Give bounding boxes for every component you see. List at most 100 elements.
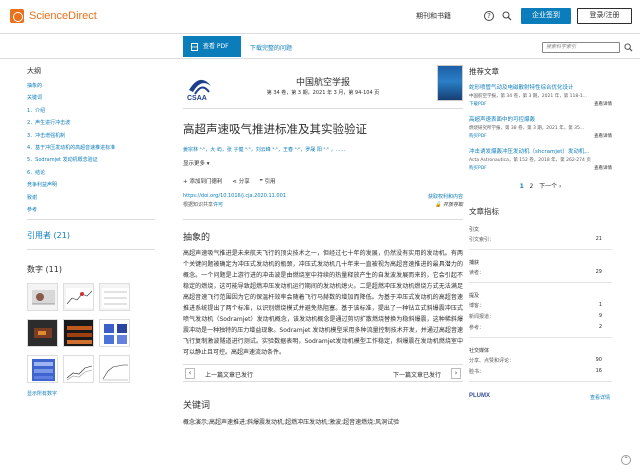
- view-details-link[interactable]: 查看详情: [594, 165, 612, 171]
- journal-cover-image[interactable]: [437, 65, 463, 101]
- journals-books-link[interactable]: 期刊和书籍: [416, 11, 451, 21]
- view-pdf-label: 查看 PDF: [203, 43, 229, 50]
- figure-thumbnail[interactable]: [99, 282, 130, 311]
- share-button[interactable]: ⋖ 分享: [232, 177, 249, 185]
- outline-item[interactable]: 关键词: [27, 94, 155, 101]
- right-sidebar: 推荐文章 蛇形喷管气动及电磁散射特性综合优化设计 中国航空学报，第 34 卷，第…: [469, 66, 612, 404]
- download-full-issue-link[interactable]: 下载完整的问题: [250, 43, 292, 52]
- figure-thumbnail[interactable]: [27, 282, 58, 311]
- plumx-details-link[interactable]: 查看详情: [590, 394, 610, 401]
- metric-label: 读者：: [469, 270, 485, 276]
- metric-label: 分享、点赞和评论：: [469, 358, 515, 364]
- csaa-logo-text: CSAA: [187, 95, 207, 102]
- page-link[interactable]: 1: [520, 183, 524, 190]
- next-page-link[interactable]: 下一个 ›: [539, 183, 561, 190]
- show-all-figures-link[interactable]: 显示所有数字: [27, 390, 155, 397]
- login-register-button[interactable]: 登录/注册: [577, 8, 632, 24]
- abstract-heading: 抽象的: [183, 233, 211, 243]
- buy-pdf-link[interactable]: 购买PDF: [469, 165, 487, 171]
- share-label: 分享: [238, 179, 250, 185]
- journal-title[interactable]: 中国航空学报: [183, 75, 463, 88]
- license-link[interactable]: 许可: [213, 202, 223, 208]
- figure-thumbnail[interactable]: [63, 354, 94, 383]
- outline-item[interactable]: 致谢: [27, 194, 155, 201]
- cite-button[interactable]: ❞ 引用: [260, 177, 276, 185]
- divider: [469, 337, 612, 338]
- outline-item[interactable]: 1．介绍: [27, 107, 155, 114]
- search-input[interactable]: 搜索科学索引: [542, 42, 620, 53]
- elsevier-logo-icon: [10, 9, 24, 23]
- metric-label: 新闻报道：: [469, 314, 495, 320]
- rights-content-link[interactable]: 获取权利和内容: [428, 193, 463, 200]
- recommended-article-actions: 购买PDF 查看详情: [469, 165, 612, 173]
- chevron-right-icon[interactable]: ›: [451, 368, 461, 379]
- article-metrics-title: 文章指标: [469, 207, 499, 216]
- divider: [27, 248, 155, 250]
- unlock-icon: 🔓: [435, 202, 443, 208]
- recommended-article-title[interactable]: 高超声速表面中的可控爆轰: [469, 116, 612, 124]
- metric-label: 参考：: [469, 325, 485, 331]
- search-submit-icon[interactable]: [624, 43, 633, 52]
- figure-thumbnail[interactable]: [99, 354, 130, 383]
- author-list[interactable]: 姜宗林 ᵃ·ᵇ，大 屿，张 子健 ᵃ·ᵇ，刘云峰 ᵃ·ᵇ，王春 ᵃ·ᵇ，罗晟 阳…: [183, 146, 463, 153]
- metric-label: 脸书：: [469, 369, 485, 375]
- doi-license-row: https://doi.org/10.1016/j.cja.2020.11.00…: [183, 193, 463, 213]
- outline-item[interactable]: 参考: [27, 206, 155, 213]
- outline-item[interactable]: 2．声生进行冲击波: [27, 119, 155, 126]
- citations-group-label: 引文: [469, 227, 480, 233]
- keywords-list: 概念演示;高超声速推进;斜爆震发动机;超燃冲压发动机;激波;超音速燃烧;风洞试验: [183, 419, 400, 426]
- metric-value: 16: [595, 368, 602, 374]
- previous-article-link[interactable]: 上一篇文章已发行: [205, 370, 253, 379]
- open-archive-badge: 🔓 开放存取: [435, 201, 463, 208]
- pdf-icon: PDF: [191, 42, 198, 51]
- metric-value: 2: [598, 324, 602, 330]
- doi-link[interactable]: https://doi.org/10.1016/j.cja.2020.11.00…: [183, 193, 286, 199]
- metric-label: 博客：: [469, 303, 485, 309]
- recommended-article-actions: 下载PDF 查看详情: [469, 101, 612, 109]
- mentions-group-label: 提及: [469, 293, 480, 299]
- download-pdf-link[interactable]: 下载PDF: [469, 101, 487, 107]
- chevron-down-icon: ▾: [206, 161, 210, 167]
- metric-value: 1: [598, 302, 602, 308]
- outline-item[interactable]: 竞争利益声明: [27, 181, 155, 188]
- metric-row: 分享、点赞和评论： 90: [469, 357, 612, 365]
- buy-pdf-link[interactable]: 购买PDF: [469, 133, 487, 139]
- chevron-left-icon[interactable]: ‹: [185, 368, 195, 379]
- outline-item[interactable]: 3．冲击增强机制: [27, 132, 155, 139]
- figure-thumbnail[interactable]: [63, 282, 94, 311]
- next-article-link[interactable]: 下一篇文章已发行: [393, 370, 441, 379]
- figure-thumbnail[interactable]: [63, 318, 94, 347]
- view-pdf-button[interactable]: PDF 查看 PDF: [183, 36, 241, 57]
- add-to-mendeley-button[interactable]: + 添加到门德利: [183, 177, 222, 185]
- show-more-button[interactable]: 显示更多 ▾: [183, 159, 463, 167]
- view-details-link[interactable]: 查看详情: [594, 133, 612, 139]
- journal-issue-info[interactable]: 第 34 卷，第 3 期，2021 年 3 月，第 94-104 页: [183, 89, 463, 96]
- view-details-link[interactable]: 查看详情: [594, 101, 612, 107]
- sciencedirect-logo[interactable]: ScienceDirect: [10, 9, 97, 23]
- search-icon[interactable]: [502, 11, 512, 21]
- outline-item[interactable]: 5．Sodramjet 发动机概念验证: [27, 156, 155, 163]
- back-to-top-icon[interactable]: ⌃: [621, 455, 631, 465]
- article-pager: ‹ 上一篇文章已发行 下一篇文章已发行 ›: [183, 364, 463, 382]
- page-link[interactable]: 2: [530, 183, 534, 190]
- plumx-logo[interactable]: PLUMX: [469, 393, 490, 399]
- recommended-article-meta: 燃烧研究所学报，第 38 卷，第 3 期，2021 年，第 35...: [469, 126, 585, 131]
- keywords-heading: 关键词: [183, 401, 211, 411]
- recommended-article-title[interactable]: 冲击诱发爆轰冲压发动机（shcramjet）发动机...: [469, 148, 612, 156]
- figure-thumbnail[interactable]: [27, 318, 58, 347]
- help-icon[interactable]: ?: [484, 11, 494, 21]
- figure-thumbnail[interactable]: [99, 318, 130, 347]
- recommended-article-meta: Acta Astronautica，第 152 卷，2018 年，第 262-2…: [469, 158, 591, 163]
- institution-signin-button[interactable]: 企业签到: [521, 8, 571, 24]
- recommended-article-title[interactable]: 蛇形喷管气动及电磁散射特性综合优化设计: [469, 84, 612, 92]
- cited-by-link[interactable]: 引用者 (21): [27, 230, 155, 241]
- captures-group-label: 捕获: [469, 260, 480, 266]
- metric-value: 9: [598, 313, 602, 319]
- outline-item[interactable]: 4．基于冲压发动机的高超音速推进标准: [27, 144, 155, 151]
- recommended-title: 推荐文章: [469, 67, 499, 76]
- outline-item[interactable]: 6．结论: [27, 169, 155, 176]
- outline-item[interactable]: 抽象的: [27, 82, 155, 89]
- recommended-pagination: 1 2 下一个 ›: [469, 181, 612, 190]
- figure-thumbnail[interactable]: [27, 354, 58, 383]
- metric-row: 引文索引： 21: [469, 236, 612, 244]
